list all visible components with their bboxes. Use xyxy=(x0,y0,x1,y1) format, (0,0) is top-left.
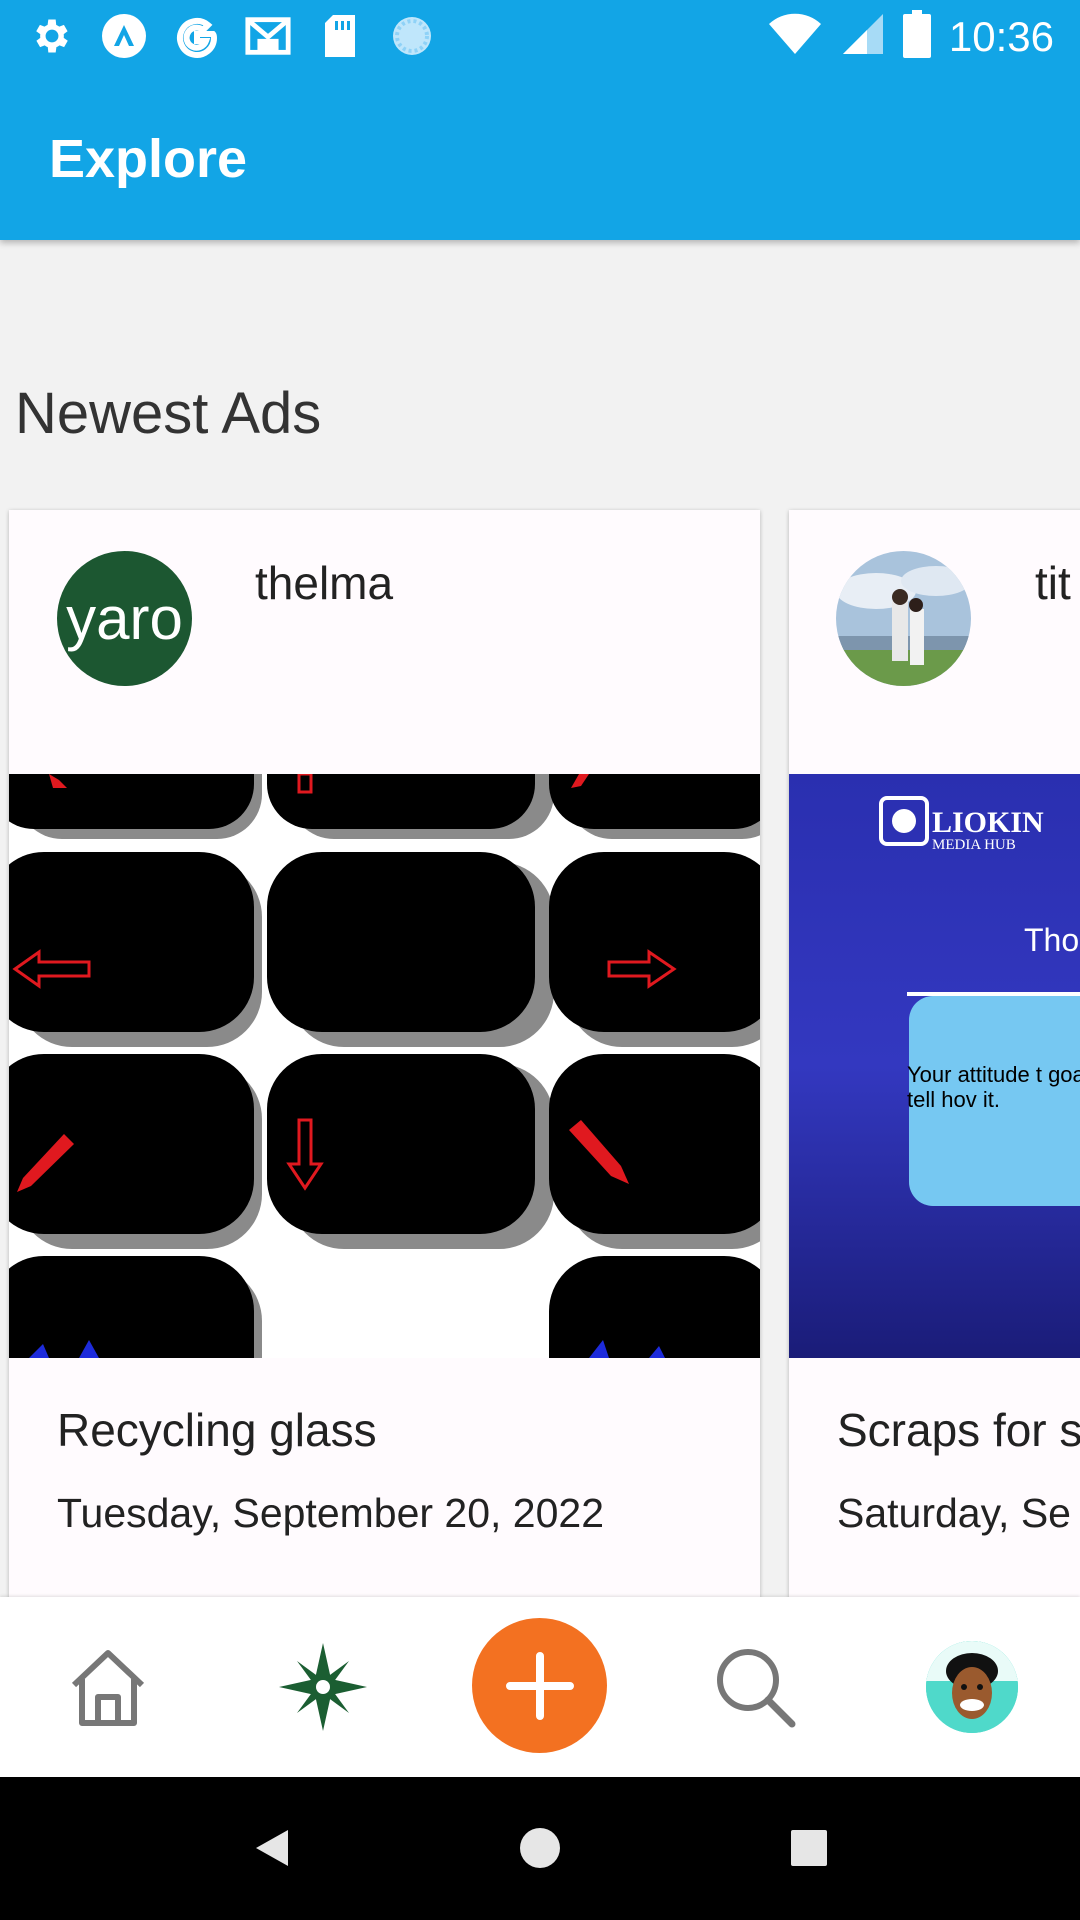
ad-card[interactable]: yaro thelma Recycling glass Tuesday, Sep… xyxy=(9,510,760,1598)
recents-icon[interactable] xyxy=(781,1820,837,1876)
signal-icon xyxy=(841,12,885,61)
section-title: Newest Ads xyxy=(15,381,322,446)
search-icon[interactable] xyxy=(705,1637,805,1737)
couple-photo-avatar[interactable] xyxy=(836,551,971,686)
profile-avatar[interactable] xyxy=(926,1641,1018,1733)
wifi-icon xyxy=(767,12,823,61)
sd-card-icon xyxy=(316,12,364,60)
ad-date: Tuesday, September 20, 2022 xyxy=(57,1490,605,1536)
back-icon[interactable] xyxy=(244,1820,300,1876)
status-bar: 10:36 xyxy=(0,0,1080,75)
vpn-icon xyxy=(100,12,148,60)
battery-icon xyxy=(902,10,931,63)
liokin-media-image[interactable]: LIOKIN MEDIA HUB Tho Your attitude t goa… xyxy=(789,774,1080,1358)
system-navigation xyxy=(0,1777,1080,1920)
add-icon xyxy=(505,1651,574,1720)
ad-username: thelma xyxy=(255,557,394,609)
brand-name: LIOKIN xyxy=(932,806,1044,839)
gear-icon xyxy=(28,12,76,60)
status-time: 10:36 xyxy=(948,12,1054,60)
ad-card[interactable]: tit LIOKIN MEDIA HUB Tho Your attitude t… xyxy=(789,510,1080,1598)
page-title: Explore xyxy=(49,129,248,189)
home-icon[interactable] xyxy=(58,1637,158,1737)
image-heading: Tho xyxy=(1024,922,1080,958)
gmail-icon xyxy=(244,12,292,60)
google-icon xyxy=(172,12,220,60)
ad-date: Saturday, Se xyxy=(837,1490,1071,1536)
compass-icon[interactable] xyxy=(273,1637,373,1737)
ad-title: Scraps for s xyxy=(837,1404,1080,1456)
ad-title: Recycling glass xyxy=(57,1404,377,1456)
add-button[interactable] xyxy=(472,1618,607,1753)
sync-icon xyxy=(388,12,436,60)
avatar[interactable]: yaro xyxy=(57,551,192,686)
app-bar: 10:36 Explore xyxy=(0,0,1080,240)
bottom-navigation xyxy=(0,1597,1080,1777)
image-quote: Your attitude t goal will tell hov it. xyxy=(907,1062,1080,1113)
home-circle-icon[interactable] xyxy=(512,1820,568,1876)
keyboard-arrow-keys-image[interactable] xyxy=(9,774,760,1358)
brand-subtitle: MEDIA HUB xyxy=(932,837,1016,853)
ad-username: tit xyxy=(1035,557,1071,609)
